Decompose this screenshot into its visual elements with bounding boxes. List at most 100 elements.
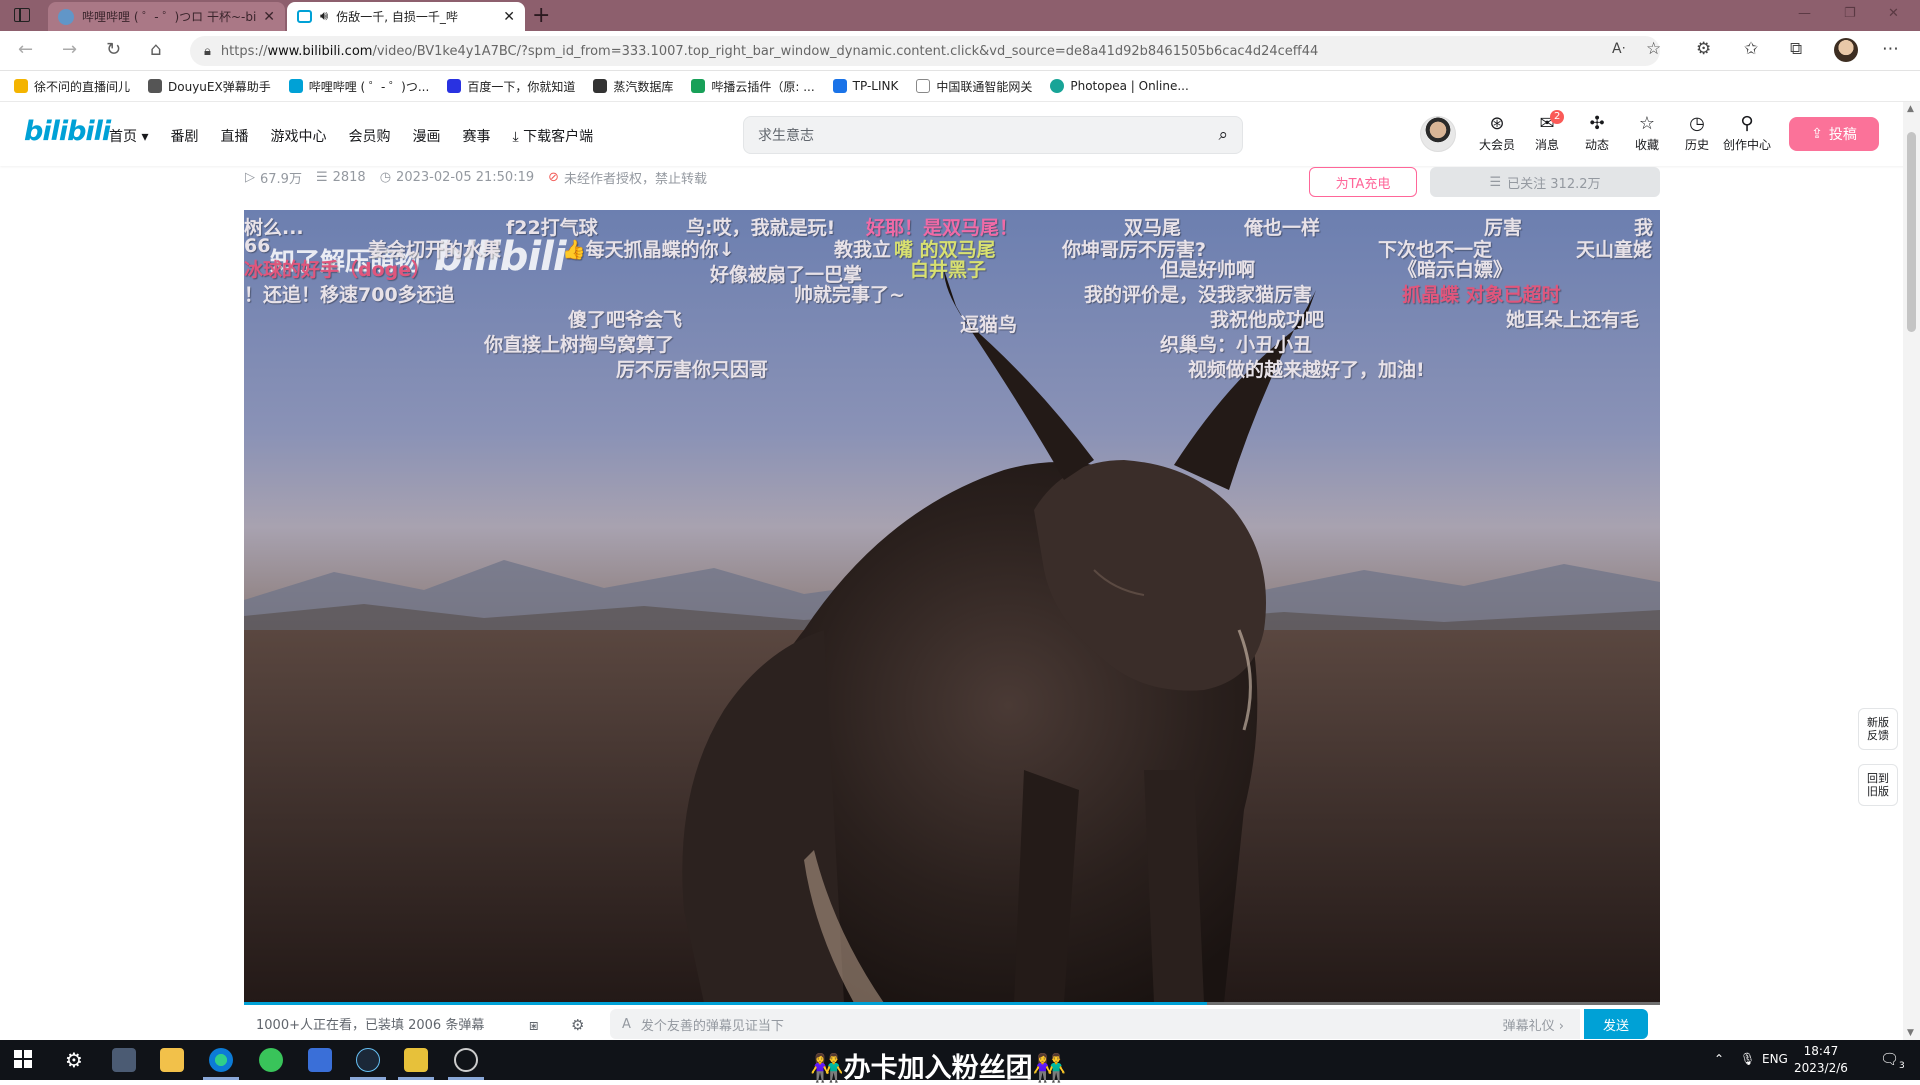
favorite-button[interactable]: ☆ 收藏 (1622, 112, 1672, 153)
menu-lines-icon: ☰ (1489, 174, 1502, 190)
notification-count: 3 (1899, 1061, 1905, 1071)
forward-icon[interactable]: → (62, 39, 77, 60)
danmaku-comment: 织巢鸟：小丑小丑 (1160, 334, 1313, 356)
danmaku-comment: 厉不厉害你只因哥 (616, 359, 769, 381)
history-button[interactable]: ◷ 历史 (1672, 112, 1722, 153)
viewer-count-text: 1000+人正在看，已装填 2006 条弹幕 (256, 1017, 485, 1033)
no-reprint-icon: ⊘ (548, 170, 560, 185)
add-favorite-icon[interactable]: ☆ (1646, 39, 1661, 59)
font-style-icon[interactable]: A (622, 1017, 631, 1032)
follow-button[interactable]: ☰ 已关注 312.2万 (1430, 167, 1660, 197)
bookmark-item[interactable]: 中国联通智能网关 (916, 78, 1032, 95)
video-progress-bar[interactable] (244, 1002, 1660, 1005)
vip-button[interactable]: ⊛ 大会员 (1472, 112, 1522, 153)
settings-icon[interactable]: ⚙ (62, 1048, 86, 1072)
feedback-button[interactable]: 新版反馈 (1858, 708, 1898, 750)
page-scrollbar[interactable]: ▲ ▼ (1903, 102, 1920, 1040)
bookmark-icon (14, 79, 28, 93)
more-menu-icon[interactable]: ⋯ (1882, 39, 1899, 59)
url-field[interactable]: 🔒︎ https://www.bilibili.com/video/BV1ke4… (190, 36, 1660, 66)
video-info-row: ▷ 67.9万 ☰ 2818 ◷ 2023-02-05 21:50:19 ⊘ 未经作者授… (245, 168, 707, 187)
dynamic-button[interactable]: ✣ 动态 (1572, 112, 1622, 153)
danmaku-input[interactable]: A 发个友善的弹幕见证当下 弹幕礼仪 › (610, 1009, 1580, 1039)
send-danmaku-button[interactable]: 发送 (1584, 1009, 1648, 1039)
tab-actions-icon[interactable] (14, 8, 30, 22)
upload-label: 投稿 (1828, 127, 1857, 143)
profile-avatar[interactable] (1834, 38, 1858, 62)
new-tab-button[interactable]: + (532, 3, 550, 28)
history-label: 历史 (1684, 138, 1709, 152)
bookmark-item[interactable]: 哔播云插件（原: ... (691, 78, 815, 95)
danmaku-settings-icon[interactable]: ⚙ (571, 1016, 584, 1034)
search-input[interactable]: 求生意志 ⌕ (743, 116, 1243, 154)
calculator-icon[interactable] (112, 1048, 136, 1072)
danmaku-comment: 傻了吧爷会飞 (568, 309, 683, 331)
nav-live[interactable]: 直播 (220, 126, 248, 146)
green-app-icon[interactable] (259, 1048, 283, 1072)
danmaku-etiquette-link[interactable]: 弹幕礼仪 › (1503, 1015, 1564, 1034)
bookmark-item[interactable]: 徐不问的直播间儿 (14, 78, 130, 95)
upload-button[interactable]: ⇪ 投稿 (1789, 117, 1879, 151)
extensions-icon[interactable]: ⚙ (1696, 39, 1711, 59)
nav-download-client[interactable]: ⤓ 下载客户端 (512, 126, 593, 146)
charge-button[interactable]: 为TA充电 (1309, 167, 1417, 197)
scroll-down-icon[interactable]: ▼ (1907, 1028, 1914, 1038)
tab-video-active[interactable]: 🔊︎ 伤敌一千, 自损一千_哔 ✕ (287, 2, 525, 31)
owl-app-icon[interactable] (404, 1048, 428, 1072)
nav-manga[interactable]: 漫画 (412, 126, 440, 146)
bookmark-item[interactable]: 百度一下，你就知道 (447, 78, 575, 95)
input-language[interactable]: ENG (1762, 1052, 1788, 1066)
scroll-up-icon[interactable]: ▲ (1907, 104, 1914, 114)
restore-icon[interactable]: ❐ (1844, 6, 1856, 21)
system-clock[interactable]: 18:47 2023/2/6 (1794, 1043, 1848, 1077)
notification-icon[interactable]: 🗨︎3 (1880, 1050, 1905, 1071)
bookmark-item[interactable]: 蒸汽数据库 (593, 78, 673, 95)
bird-app-icon[interactable] (308, 1048, 332, 1072)
bookmark-item[interactable]: DouyuEX弹幕助手 (148, 78, 271, 95)
tray-expand-icon[interactable]: ⌃ (1714, 1052, 1724, 1066)
tab-bilibili-home[interactable]: 哔哩哔哩 ( ゜- ゜)つロ 干杯~-bili ✕ (48, 2, 285, 31)
collections-icon[interactable]: ⧉ (1790, 39, 1802, 59)
video-player[interactable]: 知了解压萌物 bilibili 树么... 66 姜会切开的水果 f22打气球 👍每天抓晶… (244, 210, 1660, 1003)
danmaku-send-bar: 1000+人正在看，已装填 2006 条弹幕 ⧆ ⚙ A 发个友善的弹幕见证当下… (244, 1006, 1660, 1040)
nav-shop[interactable]: 会员购 (348, 126, 390, 146)
tab-close-icon[interactable]: ✕ (503, 9, 515, 25)
tab-close-icon[interactable]: ✕ (263, 9, 275, 25)
home-icon[interactable]: ⌂ (150, 39, 161, 60)
danmaku-comment: 但是好帅啊 (1160, 259, 1256, 281)
nav-esports[interactable]: 赛事 (462, 126, 490, 146)
close-window-icon[interactable]: ✕ (1888, 6, 1899, 21)
read-aloud-icon[interactable]: Aᐧ (1612, 41, 1625, 57)
steam-icon[interactable] (356, 1048, 380, 1072)
bookmark-icon (916, 79, 931, 93)
clock-icon: ◷ (379, 170, 392, 185)
microphone-icon[interactable]: 🎙︎ (1740, 1052, 1755, 1066)
lock-icon[interactable]: 🔒︎ (204, 44, 211, 59)
refresh-icon[interactable]: ↻ (106, 39, 121, 60)
creator-center-button[interactable]: ⚲ 创作中心 (1722, 112, 1772, 153)
back-icon[interactable]: ← (18, 39, 33, 60)
bilibili-logo[interactable]: bilibili (24, 116, 111, 147)
windows-start-icon[interactable] (14, 1050, 32, 1068)
speaker-icon[interactable]: 🔊︎ (320, 9, 328, 24)
file-explorer-icon[interactable] (160, 1048, 184, 1072)
user-avatar[interactable] (1420, 116, 1456, 152)
bookmark-item[interactable]: Photopea | Online... (1050, 79, 1189, 93)
message-button[interactable]: ✉ 2 消息 (1522, 110, 1572, 153)
bookmark-item[interactable]: TP-LINK (832, 79, 898, 93)
danmaku-comment: 66 (244, 235, 271, 257)
obs-icon[interactable] (454, 1048, 478, 1072)
old-version-button[interactable]: 回到旧版 (1858, 764, 1898, 806)
scrollbar-thumb[interactable] (1907, 132, 1916, 332)
bookmark-icon (593, 79, 608, 93)
bookmark-item[interactable]: 哔哩哔哩 ( ゜- ゜)つ... (288, 78, 429, 95)
nav-anime[interactable]: 番剧 (170, 126, 198, 146)
nav-game-center[interactable]: 游戏中心 (270, 126, 326, 146)
minimize-icon[interactable]: — (1798, 6, 1811, 21)
play-count-icon: ▷ (245, 170, 255, 185)
edge-browser-icon[interactable] (209, 1048, 233, 1072)
favorites-icon[interactable]: ✩ (1744, 39, 1758, 59)
nav-home[interactable]: 首页 ▾ (109, 126, 148, 146)
danmaku-toggle-icon[interactable]: ⧆ (529, 1016, 539, 1034)
search-icon[interactable]: ⌕ (1218, 125, 1228, 145)
